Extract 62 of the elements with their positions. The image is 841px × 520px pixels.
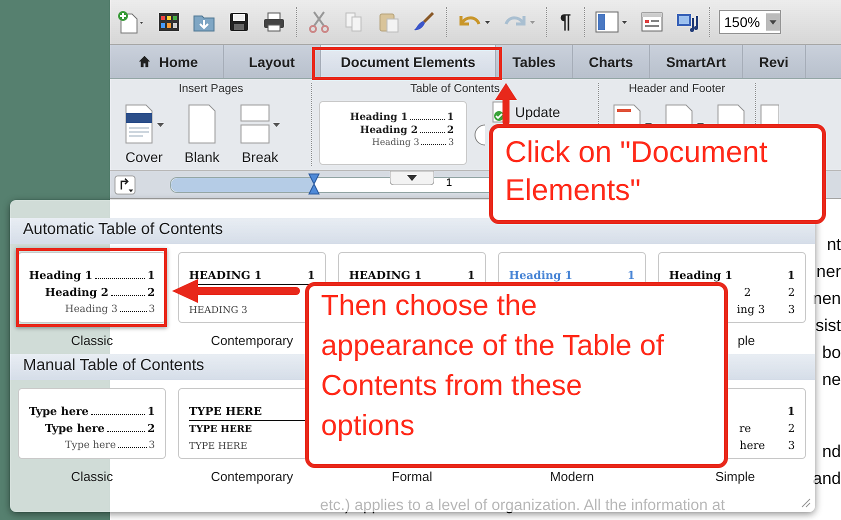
toc-entry: HEADING 1 — [189, 269, 262, 282]
document-text: ner — [816, 262, 841, 281]
page-number: 2 — [447, 124, 454, 137]
group-title: Table of Contents — [409, 82, 501, 97]
page-number: 3 — [448, 137, 454, 150]
toc-entry: Type here — [29, 405, 89, 418]
document-text: nen — [812, 289, 841, 308]
style-label: Contemporary — [210, 468, 294, 484]
style-label: ple — [738, 332, 755, 348]
page-number: 3 — [148, 439, 155, 453]
toc-entry: Heading 1 — [509, 269, 573, 282]
style-label: Classic — [71, 332, 113, 348]
style-label: Formal — [392, 468, 432, 484]
toc-entry: Heading 1 — [350, 111, 408, 124]
document-text: sist — [816, 316, 841, 335]
page-number: 3 — [788, 302, 795, 318]
instruction-tooltip: Then choose the appearance of the Table of Contents from these options — [305, 282, 728, 468]
document-text: ne — [822, 370, 841, 389]
toc-entry: here — [740, 439, 765, 452]
document-text: nt — [826, 235, 841, 254]
page-number: 1 — [627, 268, 635, 284]
toc-entry: Type here — [45, 422, 105, 435]
toc-entry: HEADING 1 — [349, 269, 422, 282]
page-number: 1 — [467, 268, 475, 284]
page-number: 1 — [307, 268, 315, 284]
page-number: 2 — [788, 421, 795, 437]
toc-entry: TYPE HERE — [189, 424, 252, 435]
style-label: Simple — [715, 468, 755, 484]
toc-entry: Heading 2 — [45, 286, 109, 299]
page-number: 1 — [787, 268, 795, 284]
page-number: 1 — [147, 268, 155, 284]
page-number: 2 — [147, 285, 155, 301]
style-label: Classic — [71, 468, 113, 484]
toc-entry: TYPE HERE — [189, 405, 262, 418]
toc-entry: HEADING 3 — [189, 305, 248, 316]
instruction-tooltip: Click on "Document Elements" — [489, 124, 826, 224]
group-title: Header and Footer — [628, 82, 726, 97]
toc-entry: 2 — [744, 286, 751, 299]
document-text: and — [812, 469, 841, 488]
style-label: Modern — [550, 468, 594, 484]
toc-entry: Heading 1 — [29, 269, 93, 282]
page-number: 2 — [147, 421, 155, 437]
toc-entry: Heading 2 — [360, 124, 418, 137]
page-number: 1 — [147, 404, 155, 420]
page-number: 2 — [788, 285, 795, 301]
toc-entry: Heading 3 — [65, 304, 118, 315]
toc-entry: ing 3 — [736, 303, 765, 316]
toc-entry: re — [739, 422, 751, 435]
group-title: Insert Pages — [178, 82, 244, 97]
page-number: 3 — [788, 438, 795, 454]
toc-entry: TYPE HERE — [189, 441, 248, 452]
toc-entry: Type here — [65, 440, 116, 451]
ruler-number: 1 — [446, 176, 452, 188]
page-number: 1 — [447, 111, 454, 124]
page-number: 1 — [787, 404, 795, 420]
document-text: bo — [822, 343, 841, 362]
style-label: Contemporary — [210, 332, 294, 348]
toc-entry: Heading 3 — [372, 137, 420, 150]
document-text: etc.) applies to a level of organization. All the information at — [320, 497, 725, 514]
document-text: nd — [822, 442, 841, 461]
page-number: 3 — [148, 303, 155, 317]
toc-entry: Heading 1 — [669, 269, 733, 282]
